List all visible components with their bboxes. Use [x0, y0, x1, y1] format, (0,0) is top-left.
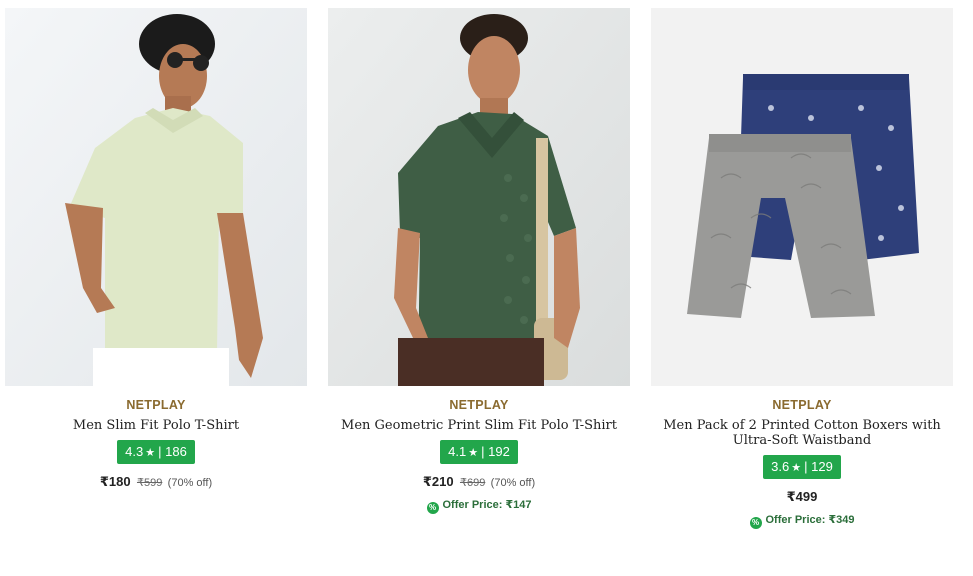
product-image[interactable]	[328, 8, 630, 386]
price-row: ₹499	[651, 489, 953, 505]
offer-price-label: Offer Price: ₹147	[442, 499, 532, 511]
offer-price-label: Offer Price: ₹349	[765, 514, 855, 526]
selling-price: ₹210	[422, 474, 454, 489]
price-row: ₹210 ₹699 (70% off)	[328, 474, 630, 490]
product-brand: NETPLAY	[449, 398, 509, 412]
offer-tag-icon: %	[749, 517, 762, 529]
polo-light-image	[5, 8, 307, 386]
rating-value: 3.6	[771, 459, 790, 474]
selling-price: ₹499	[786, 489, 818, 504]
selling-price: ₹180	[99, 474, 131, 489]
offer-tag-icon: %	[426, 502, 439, 514]
rating-badge[interactable]: 4.3 ★ | 186	[117, 440, 195, 464]
rating-badge[interactable]: 4.1 ★ | 192	[440, 440, 518, 464]
polo-green-image	[328, 8, 630, 386]
offer-price: % Offer Price: ₹349	[651, 513, 953, 529]
product-card[interactable]: NETPLAY Men Geometric Print Slim Fit Pol…	[328, 8, 630, 514]
discount-label: (70% off)	[490, 477, 536, 489]
original-price: ₹599	[136, 477, 163, 489]
product-name[interactable]: Men Pack of 2 Printed Cotton Boxers with…	[651, 418, 953, 448]
product-brand: NETPLAY	[126, 398, 186, 412]
offer-price: % Offer Price: ₹147	[328, 498, 630, 514]
star-icon: ★	[468, 447, 479, 459]
product-grid: NETPLAY Men Slim Fit Polo T-Shirt 4.3 ★ | …	[0, 0, 973, 576]
review-count: | 186	[158, 444, 187, 459]
price-row: ₹180 ₹599 (70% off)	[5, 474, 307, 490]
star-icon: ★	[145, 447, 156, 459]
product-card[interactable]: NETPLAY Men Slim Fit Polo T-Shirt 4.3 ★ | …	[5, 8, 307, 490]
rating-badge[interactable]: 3.6 ★ | 129	[763, 455, 841, 479]
product-brand: NETPLAY	[772, 398, 832, 412]
product-image[interactable]	[651, 8, 953, 386]
star-icon: ★	[791, 462, 802, 474]
discount-label: (70% off)	[167, 477, 213, 489]
product-image[interactable]	[5, 8, 307, 386]
rating-value: 4.3	[125, 444, 144, 459]
original-price: ₹699	[459, 477, 486, 489]
product-name[interactable]: Men Geometric Print Slim Fit Polo T-Shir…	[328, 418, 630, 433]
product-card[interactable]: NETPLAY Men Pack of 2 Printed Cotton Box…	[651, 8, 953, 529]
rating-value: 4.1	[448, 444, 467, 459]
review-count: | 129	[804, 459, 833, 474]
product-name[interactable]: Men Slim Fit Polo T-Shirt	[5, 418, 307, 433]
review-count: | 192	[481, 444, 510, 459]
boxers-image	[651, 8, 953, 386]
